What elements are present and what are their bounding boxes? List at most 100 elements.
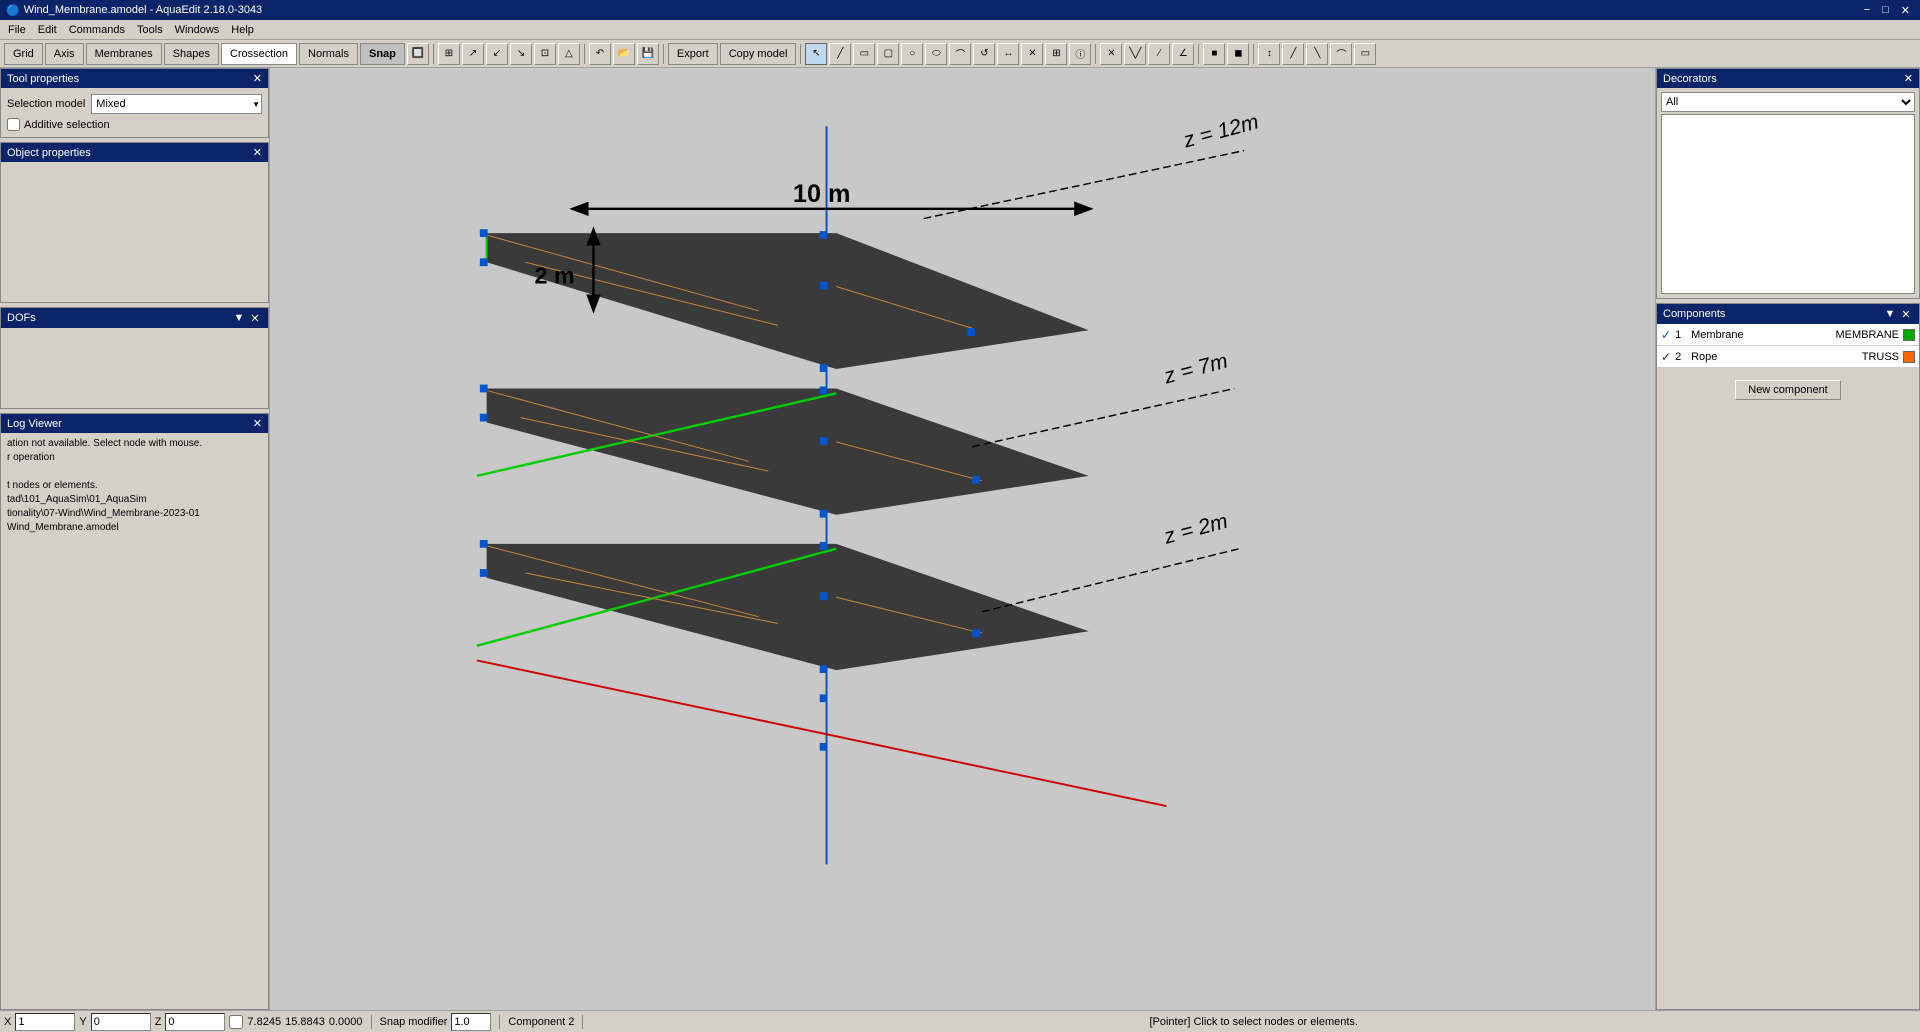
tool-f[interactable]: ◼ <box>1227 43 1249 65</box>
viewport[interactable]: 10 m 2 m z = 12m z = 7m z = 2m <box>270 68 1655 1010</box>
tab-axis[interactable]: Axis <box>45 43 84 65</box>
export-btn[interactable]: Export <box>668 43 718 65</box>
y-input[interactable] <box>91 1013 151 1031</box>
x-label: X <box>4 1016 11 1028</box>
menu-edit[interactable]: Edit <box>32 22 63 38</box>
tool-a[interactable]: ✕ <box>1100 43 1122 65</box>
view-btn-2[interactable]: ↗ <box>462 43 484 65</box>
main-area: Tool properties ✕ Selection model Mixed … <box>0 68 1920 1010</box>
tab-normals[interactable]: Normals <box>299 43 358 65</box>
view-btn-1[interactable]: ⊞ <box>438 43 460 65</box>
dofs-panel: DOFs ▼ ✕ <box>0 307 269 409</box>
snap-icon-btn[interactable]: 🔲 <box>407 43 429 65</box>
object-properties-close-btn[interactable]: ✕ <box>253 146 262 159</box>
rotate-btn[interactable]: ↺ <box>973 43 995 65</box>
component-2-type: TRUSS <box>1862 351 1899 363</box>
draw-line-btn[interactable]: ╱ <box>829 43 851 65</box>
object-properties-header: Object properties ✕ <box>1 143 268 162</box>
selection-model-label: Selection model <box>7 98 85 110</box>
log-viewer-panel: Log Viewer ✕ ation not available. Select… <box>0 413 269 1010</box>
component-row-1[interactable]: ✓ 1 Membrane MEMBRANE <box>1657 324 1919 346</box>
tool-j[interactable]: ⌒ <box>1330 43 1352 65</box>
flip-btn[interactable]: ↔ <box>997 43 1019 65</box>
left-panel: Tool properties ✕ Selection model Mixed … <box>0 68 270 1010</box>
dofs-close-btn[interactable]: ✕ <box>248 311 262 325</box>
z-input[interactable] <box>165 1013 225 1031</box>
component-row-2[interactable]: ✓ 2 Rope TRUSS <box>1657 346 1919 368</box>
tab-shapes[interactable]: Shapes <box>164 43 219 65</box>
dofs-content <box>1 328 268 408</box>
decorators-content: All <box>1657 88 1919 298</box>
dofs-minimize-btn[interactable]: ▼ <box>232 311 246 325</box>
tool-b[interactable]: ╲╱ <box>1124 43 1146 65</box>
view-btn-5[interactable]: ⊡ <box>534 43 556 65</box>
titlebar-controls[interactable]: − □ ✕ <box>1860 4 1914 17</box>
component-2-checkmark[interactable]: ✓ <box>1661 350 1671 364</box>
selection-model-wrapper[interactable]: Mixed Node Element ▼ <box>91 94 262 114</box>
coord2-value: 15.8843 <box>285 1016 325 1028</box>
components-header: Components ▼ ✕ <box>1657 304 1919 324</box>
object-properties-content <box>1 162 268 302</box>
draw-rect2-btn[interactable]: ▢ <box>877 43 899 65</box>
pointer-tool-btn[interactable]: ↖ <box>805 43 827 65</box>
maximize-button[interactable]: □ <box>1878 4 1893 17</box>
copy-model-btn[interactable]: Copy model <box>720 43 797 65</box>
tab-membranes[interactable]: Membranes <box>86 43 162 65</box>
draw-arc-btn[interactable]: ⌒ <box>949 43 971 65</box>
snap-modifier-input[interactable] <box>451 1013 491 1031</box>
toolbar-sep-3 <box>663 44 664 64</box>
draw-circle-btn[interactable]: ○ <box>901 43 923 65</box>
new-component-btn[interactable]: New component <box>1735 380 1841 400</box>
tool-properties-header: Tool properties ✕ <box>1 69 268 88</box>
delete-btn[interactable]: ✕ <box>1021 43 1043 65</box>
tab-grid[interactable]: Grid <box>4 43 43 65</box>
log-viewer-close-btn[interactable]: ✕ <box>253 417 262 430</box>
titlebar: 🔵 Wind_Membrane.amodel - AquaEdit 2.18.0… <box>0 0 1920 20</box>
tool-g[interactable]: ↕ <box>1258 43 1280 65</box>
save-btn[interactable]: 💾 <box>637 43 659 65</box>
component-1-color <box>1903 329 1915 341</box>
log-viewer-title: Log Viewer <box>7 418 62 430</box>
menu-file[interactable]: File <box>2 22 32 38</box>
status-checkbox[interactable] <box>229 1015 243 1029</box>
view-btn-4[interactable]: ↘ <box>510 43 532 65</box>
component-1-checkmark[interactable]: ✓ <box>1661 328 1671 342</box>
components-minimize-btn[interactable]: ▼ <box>1883 307 1897 321</box>
info-btn[interactable]: ⓘ <box>1069 43 1091 65</box>
minimize-button[interactable]: − <box>1860 4 1874 17</box>
draw-ellipse-btn[interactable]: ⬭ <box>925 43 947 65</box>
selection-model-select[interactable]: Mixed Node Element <box>91 94 262 114</box>
tool-h[interactable]: ╱ <box>1282 43 1304 65</box>
view-btn-6[interactable]: △ <box>558 43 580 65</box>
tool-k[interactable]: ▭ <box>1354 43 1376 65</box>
grid-btn[interactable]: ⊞ <box>1045 43 1067 65</box>
undo-btn[interactable]: ↶ <box>589 43 611 65</box>
snap-button[interactable]: Snap <box>360 43 405 65</box>
components-close-btn[interactable]: ✕ <box>1899 307 1913 321</box>
toolbar: Grid Axis Membranes Shapes Crossection N… <box>0 40 1920 68</box>
object-properties-title: Object properties <box>7 147 91 159</box>
toolbar-sep-4 <box>800 44 801 64</box>
view-btn-3[interactable]: ↙ <box>486 43 508 65</box>
dofs-controls: ▼ ✕ <box>232 311 262 325</box>
open-btn[interactable]: 📂 <box>613 43 635 65</box>
decorators-close-btn[interactable]: ✕ <box>1904 72 1913 85</box>
close-button[interactable]: ✕ <box>1897 4 1914 17</box>
menu-commands[interactable]: Commands <box>63 22 131 38</box>
draw-rect-btn[interactable]: ▭ <box>853 43 875 65</box>
menu-tools[interactable]: Tools <box>131 22 169 38</box>
x-input[interactable] <box>15 1013 75 1031</box>
menu-help[interactable]: Help <box>225 22 260 38</box>
tab-crossection[interactable]: Crossection <box>221 43 297 65</box>
tool-d[interactable]: ∠ <box>1172 43 1194 65</box>
tool-c[interactable]: ∕ <box>1148 43 1170 65</box>
component-2-name: Rope <box>1691 351 1862 363</box>
component-label: Component 2 <box>508 1016 574 1028</box>
component-1-num: 1 <box>1675 329 1691 341</box>
tool-i[interactable]: ╲ <box>1306 43 1328 65</box>
tool-e[interactable]: ■ <box>1203 43 1225 65</box>
additive-selection-checkbox[interactable] <box>7 118 20 131</box>
tool-properties-close-btn[interactable]: ✕ <box>253 72 262 85</box>
menu-windows[interactable]: Windows <box>169 22 226 38</box>
decorators-select[interactable]: All <box>1661 92 1915 112</box>
